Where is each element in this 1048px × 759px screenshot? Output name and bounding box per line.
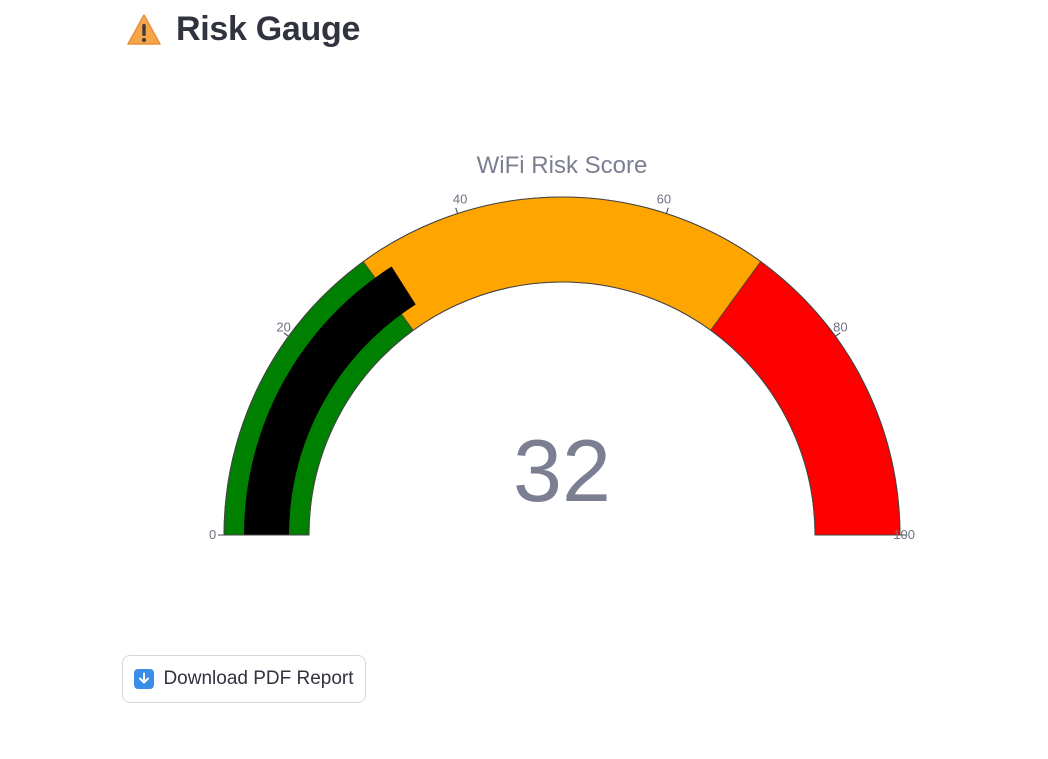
gauge-tick-label-60: 60 <box>657 191 671 206</box>
gauge-tick-40 <box>455 207 459 214</box>
gauge-tick-label-100: 100 <box>893 527 915 542</box>
download-pdf-button[interactable]: Download PDF Report <box>122 655 366 703</box>
gauge-tick-60 <box>665 207 669 214</box>
gauge-tick-label-40: 40 <box>453 191 467 206</box>
gauge-tick-label-20: 20 <box>276 320 290 335</box>
download-button-label: Download PDF Report <box>163 668 354 689</box>
gauge-chart: WiFi Risk Score 0 20 40 60 80 100 32 <box>209 152 915 542</box>
gauge-title: WiFi Risk Score <box>477 152 648 179</box>
page: Risk Gauge WiFi Risk Score 0 20 40 60 80 100 … <box>0 0 1048 759</box>
gauge-tick-label-0: 0 <box>209 527 216 542</box>
gauge-step-1 <box>362 196 762 331</box>
gauge-value: 32 <box>513 421 611 520</box>
download-arrow-icon <box>134 669 155 689</box>
gauge-tick-label-80: 80 <box>833 320 847 335</box>
